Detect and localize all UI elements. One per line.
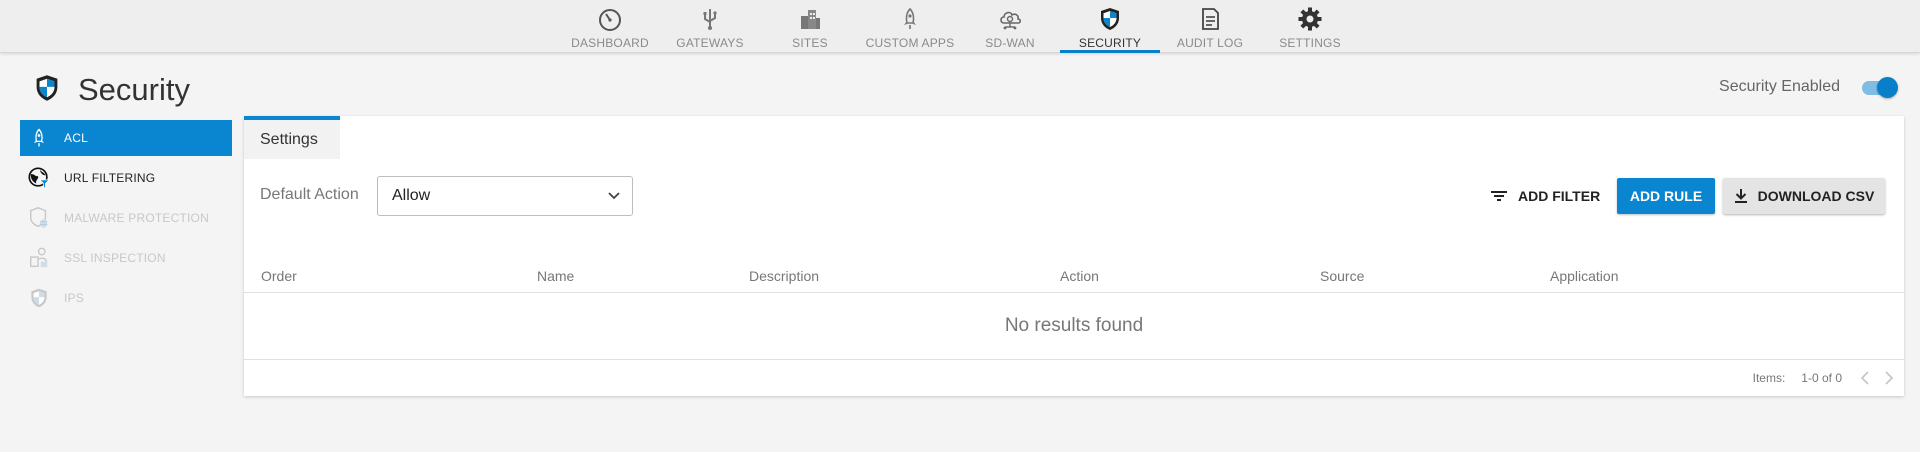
chevron-right-icon[interactable] [1880, 369, 1898, 387]
nav-label: SITES [792, 36, 828, 50]
shield-bug-icon [26, 205, 52, 231]
chevron-down-icon [606, 188, 622, 204]
sidebar-item-url-filtering[interactable]: URL FILTERING [20, 160, 232, 196]
nav-audit-log[interactable]: AUDIT LOG [1160, 0, 1260, 53]
nav-custom-apps[interactable]: CUSTOM APPS [860, 0, 960, 53]
rocket-icon [897, 6, 923, 32]
column-header-description[interactable]: Description [749, 268, 819, 284]
filter-icon [1490, 189, 1508, 203]
column-header-action[interactable]: Action [1060, 268, 1099, 284]
rocket-icon [26, 125, 52, 151]
nav-dashboard[interactable]: DASHBOARD [560, 0, 660, 53]
download-csv-button[interactable]: DOWNLOAD CSV [1723, 178, 1885, 214]
nav-gateways[interactable]: GATEWAYS [660, 0, 760, 53]
sidebar-item-label: SSL INSPECTION [64, 251, 166, 265]
download-csv-label: DOWNLOAD CSV [1757, 188, 1875, 204]
sidebar-item-acl[interactable]: ACL [20, 120, 232, 156]
top-nav: DASHBOARD GATEWAYS SITES CUSTOM APPS SD-… [0, 0, 1920, 53]
pager-items-label: Items: [1752, 371, 1786, 385]
add-filter-button[interactable]: ADD FILTER [1490, 178, 1600, 214]
pagination: Items: 1-0 of 0 [1753, 366, 1904, 390]
page-title: Security [78, 72, 190, 107]
default-action-value: Allow [392, 187, 431, 204]
chevron-left-icon[interactable] [1856, 369, 1874, 387]
tab-settings[interactable]: Settings [244, 116, 340, 159]
empty-state-message: No results found [244, 293, 1904, 360]
certificate-icon [26, 245, 52, 271]
document-icon [1197, 6, 1223, 32]
security-enabled-control: Security Enabled [1719, 76, 1898, 98]
acl-panel: Settings Default Action Allow ADD FILTER… [244, 116, 1904, 396]
security-enabled-toggle[interactable] [1860, 76, 1898, 98]
nav-security[interactable]: SECURITY [1060, 0, 1160, 53]
sidebar-item-label: MALWARE PROTECTION [64, 211, 209, 225]
nav-settings[interactable]: SETTINGS [1260, 0, 1360, 53]
usb-icon [697, 6, 723, 32]
sidebar-item-ssl-inspection[interactable]: SSL INSPECTION [20, 240, 232, 276]
column-header-application[interactable]: Application [1550, 268, 1619, 284]
gear-icon [1297, 6, 1323, 32]
nav-label: SETTINGS [1279, 36, 1341, 50]
sidebar-item-label: IPS [64, 291, 84, 305]
column-header-name[interactable]: Name [537, 268, 574, 284]
cloud-network-icon [997, 6, 1023, 32]
page-header: Security [32, 70, 190, 110]
sidebar-item-malware-protection[interactable]: MALWARE PROTECTION [20, 200, 232, 236]
pager-range: 1-0 of 0 [1801, 371, 1842, 385]
nav-label: SECURITY [1078, 36, 1142, 50]
sidebar-item-label: ACL [64, 131, 88, 145]
add-rule-button[interactable]: ADD RULE [1617, 178, 1715, 214]
sidebar-item-ips[interactable]: IPS [20, 280, 232, 316]
nav-label: CUSTOM APPS [865, 36, 955, 50]
shield-icon [26, 285, 52, 311]
column-header-source[interactable]: Source [1320, 268, 1364, 284]
download-icon [1734, 188, 1748, 204]
globe-filter-icon [26, 165, 52, 191]
buildings-icon [797, 6, 823, 32]
default-action-select[interactable]: Allow [377, 176, 633, 216]
security-sidebar: ACL URL FILTERING MALWARE PROTECTION SSL… [20, 120, 232, 320]
table-header: Order Name Description Action Source App… [244, 260, 1904, 293]
nav-label: SD-WAN [985, 36, 1035, 50]
nav-sites[interactable]: SITES [760, 0, 860, 53]
gauge-icon [597, 6, 623, 32]
nav-label: AUDIT LOG [1176, 36, 1244, 50]
default-action-label: Default Action [260, 186, 359, 203]
shield-icon [32, 72, 62, 109]
security-enabled-label: Security Enabled [1719, 78, 1840, 95]
add-filter-label: ADD FILTER [1518, 188, 1601, 204]
toggle-knob [1877, 77, 1898, 98]
nav-label: GATEWAYS [676, 36, 744, 50]
column-header-order[interactable]: Order [261, 268, 297, 284]
shield-icon [1097, 6, 1123, 32]
nav-sd-wan[interactable]: SD-WAN [960, 0, 1060, 53]
sidebar-item-label: URL FILTERING [64, 171, 156, 185]
nav-label: DASHBOARD [571, 36, 649, 50]
